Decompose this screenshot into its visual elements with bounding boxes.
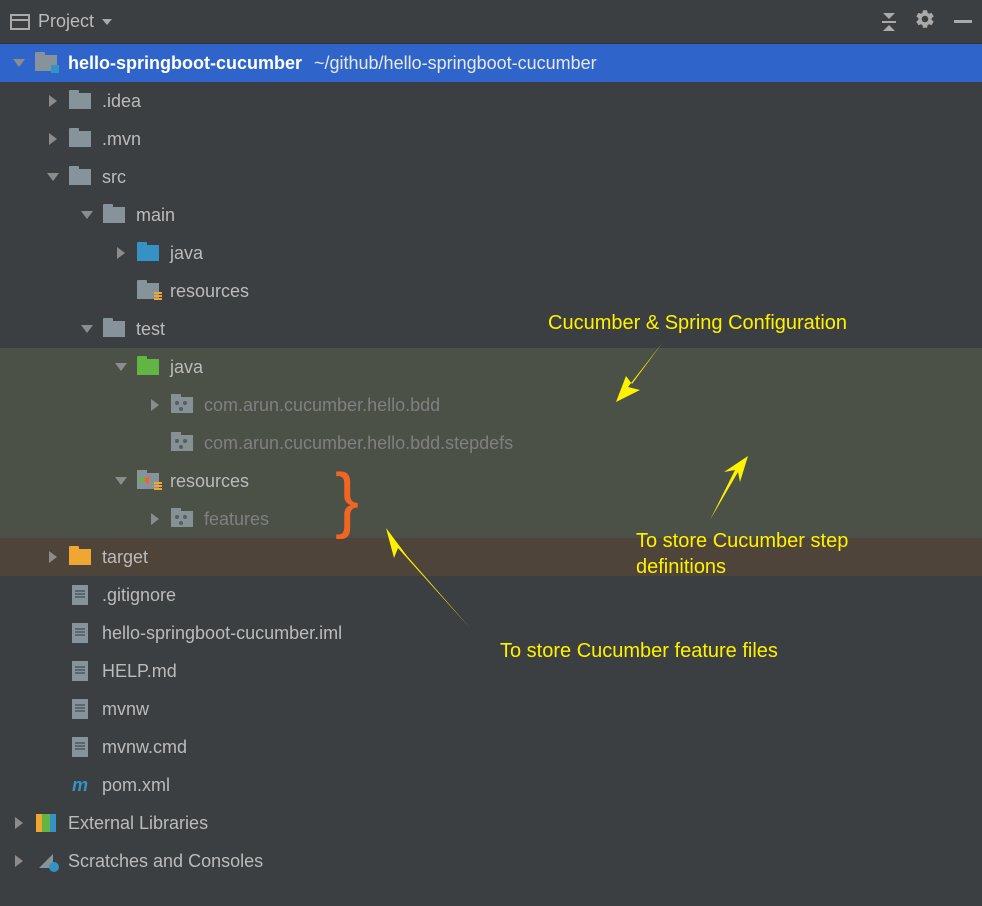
toolbar: Project: [0, 0, 982, 44]
module-root-icon: [35, 55, 57, 71]
tree-label: src: [102, 167, 126, 188]
tree-label: target: [102, 547, 148, 568]
project-tree: hello-springboot-cucumber ~/github/hello…: [0, 44, 982, 880]
resources-folder-icon: [137, 283, 159, 299]
dropdown-arrow-icon[interactable]: [102, 19, 112, 25]
tree-item-main-resources[interactable]: resources: [0, 272, 982, 310]
file-icon: [72, 623, 88, 643]
minimize-icon[interactable]: [954, 20, 972, 23]
tree-label: mvnw: [102, 699, 149, 720]
tree-item-pom[interactable]: m pom.xml: [0, 766, 982, 804]
tree-item-test-java[interactable]: java: [0, 348, 982, 386]
tree-item-root[interactable]: hello-springboot-cucumber ~/github/hello…: [0, 44, 982, 82]
annotation-features: To store Cucumber feature files: [500, 638, 778, 664]
tree-label: mvnw.cmd: [102, 737, 187, 758]
tree-label: HELP.md: [102, 661, 177, 682]
file-icon: [72, 737, 88, 757]
folder-icon: [171, 511, 193, 527]
tree-item-idea[interactable]: .idea: [0, 82, 982, 120]
tree-item-pkg-stepdefs[interactable]: com.arun.cucumber.hello.bdd.stepdefs: [0, 424, 982, 462]
scratches-icon: [39, 854, 53, 868]
tree-item-gitignore[interactable]: .gitignore: [0, 576, 982, 614]
tree-label: Scratches and Consoles: [68, 851, 263, 872]
maven-xml-icon: m: [72, 775, 88, 796]
test-resources-folder-icon: [137, 473, 159, 489]
tree-label: java: [170, 243, 203, 264]
folder-icon: [69, 169, 91, 185]
tree-label: java: [170, 357, 203, 378]
arrow-annotation-icon: [690, 450, 760, 530]
tree-label: .mvn: [102, 129, 141, 150]
tree-label: com.arun.cucumber.hello.bdd.stepdefs: [204, 433, 513, 454]
package-icon: [171, 397, 193, 413]
tree-item-mvnwcmd[interactable]: mvnw.cmd: [0, 728, 982, 766]
excluded-folder-icon: [69, 549, 91, 565]
annotation-stepdefs: To store Cucumber stepdefinitions: [636, 528, 848, 580]
arrow-annotation-icon: [608, 332, 678, 412]
folder-icon: [69, 131, 91, 147]
folder-icon: [103, 207, 125, 223]
tree-label: hello-springboot-cucumber.iml: [102, 623, 342, 644]
tree-item-pkg-bdd[interactable]: com.arun.cucumber.hello.bdd: [0, 386, 982, 424]
tree-label: External Libraries: [68, 813, 208, 834]
test-source-folder-icon: [137, 359, 159, 375]
source-folder-icon: [137, 245, 159, 261]
annotation-config: Cucumber & Spring Configuration: [548, 310, 847, 336]
tree-item-src[interactable]: src: [0, 158, 982, 196]
tree-item-iml[interactable]: hello-springboot-cucumber.iml: [0, 614, 982, 652]
tree-label: .gitignore: [102, 585, 176, 606]
tree-item-main[interactable]: main: [0, 196, 982, 234]
libraries-icon: [42, 814, 50, 832]
tree-label: resources: [170, 281, 249, 302]
tree-item-mvnw[interactable]: mvnw: [0, 690, 982, 728]
folder-icon: [69, 93, 91, 109]
tree-item-mvn[interactable]: .mvn: [0, 120, 982, 158]
tree-label: features: [204, 509, 269, 530]
tree-label: com.arun.cucumber.hello.bdd: [204, 395, 440, 416]
collapse-all-icon[interactable]: [882, 13, 896, 31]
toolbar-title[interactable]: Project: [38, 11, 94, 32]
tree-item-test-resources[interactable]: resources: [0, 462, 982, 500]
folder-icon: [103, 321, 125, 337]
brace-annotation: }: [335, 464, 359, 536]
file-icon: [72, 699, 88, 719]
file-icon: [72, 585, 88, 605]
tree-label: pom.xml: [102, 775, 170, 796]
tree-label: main: [136, 205, 175, 226]
tree-label: resources: [170, 471, 249, 492]
arrow-annotation-icon: [370, 518, 490, 638]
tree-label: test: [136, 319, 165, 340]
tree-item-external-libraries[interactable]: External Libraries: [0, 804, 982, 842]
tree-item-help[interactable]: HELP.md: [0, 652, 982, 690]
gear-icon[interactable]: [914, 8, 936, 35]
project-view-icon: [10, 14, 30, 30]
tree-item-scratches[interactable]: Scratches and Consoles: [0, 842, 982, 880]
tree-label: hello-springboot-cucumber: [68, 53, 302, 74]
package-icon: [171, 435, 193, 451]
tree-label: .idea: [102, 91, 141, 112]
file-icon: [72, 661, 88, 681]
tree-item-main-java[interactable]: java: [0, 234, 982, 272]
tree-path: ~/github/hello-springboot-cucumber: [314, 53, 597, 74]
